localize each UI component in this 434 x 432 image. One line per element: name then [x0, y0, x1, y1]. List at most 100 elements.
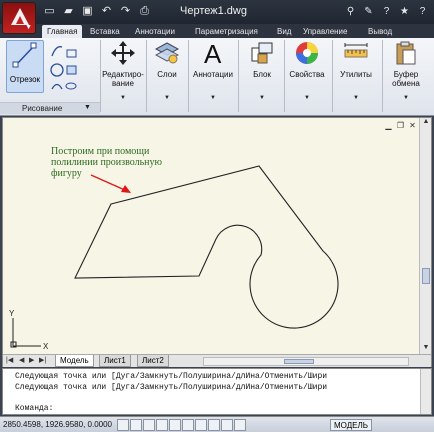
tab-last-icon[interactable]: ▶| [39, 356, 46, 364]
modify-button[interactable]: Редактиро- вание ▼ [101, 40, 145, 103]
vertical-scrollbar[interactable]: ▲ ▼ [419, 118, 431, 354]
text-a-icon: A [204, 39, 222, 69]
chevron-down-icon: ▼ [304, 95, 310, 101]
undo-icon[interactable]: ↶ [99, 4, 114, 18]
tab-sheet2[interactable]: Лист2 [137, 355, 169, 367]
binoculars-icon[interactable]: ⚲ [343, 4, 358, 19]
ucs-icon [10, 318, 41, 348]
application-menu-button[interactable]: ▼ [2, 2, 36, 34]
chevron-down-icon: ▼ [259, 95, 265, 101]
command-history-line: Следующая точка или [Дуга/Замкнуть/Полуш… [15, 372, 328, 381]
utilities-label: Утилиты [340, 70, 372, 79]
ortho-toggle[interactable] [143, 419, 155, 431]
tab-manage[interactable]: Управление [303, 25, 347, 38]
lwt-toggle[interactable] [221, 419, 233, 431]
block-icon [251, 42, 273, 64]
measure-icon [344, 43, 368, 58]
polyline-icon[interactable] [51, 46, 63, 57]
color-wheel-icon [296, 42, 318, 64]
tab-home[interactable]: Главная [42, 25, 83, 38]
scroll-thumb[interactable] [422, 268, 430, 284]
tab-annotate[interactable]: Аннотации [135, 25, 175, 38]
chevron-down-icon: ▼ [403, 95, 409, 101]
title-bar: ▭ ▰ ▣ ↶ ↷ ⎙ Чертеж1.dwg ⚲ ✎ ? ★ ? [0, 0, 434, 24]
ribbon: Отрезок Рисование ▼ Редактиро- вание ▼ С… [0, 38, 434, 116]
scroll-down-icon[interactable]: ▼ [420, 344, 432, 354]
polar-toggle[interactable] [156, 419, 168, 431]
tab-model[interactable]: Модель [55, 355, 94, 367]
chevron-down-icon: ▼ [353, 95, 359, 101]
open-icon[interactable]: ▰ [61, 4, 76, 18]
help-icon[interactable]: ? [379, 4, 394, 19]
star-icon[interactable]: ★ [397, 4, 412, 19]
tab-sheet1[interactable]: Лист1 [99, 355, 131, 367]
layers-button[interactable]: Слои ▼ [150, 40, 184, 103]
block-button[interactable]: Блок ▼ [242, 40, 282, 103]
draw-panel-footer[interactable]: Рисование ▼ [0, 102, 100, 114]
annotation-button[interactable]: A Аннотации ▼ [190, 39, 236, 103]
command-scrollbar[interactable] [420, 369, 431, 414]
block-label: Блок [253, 70, 271, 79]
clipboard-label: Буфер обмена [392, 70, 420, 88]
redo-icon[interactable]: ↷ [118, 4, 133, 18]
modify-label: Редактиро- вание [102, 70, 144, 88]
tab-parametric[interactable]: Параметризация [195, 25, 258, 38]
properties-button[interactable]: Свойства ▼ [286, 40, 328, 103]
command-line[interactable]: Следующая точка или [Дуга/Замкнуть/Полуш… [2, 368, 432, 415]
clipboard-button[interactable]: Буфер обмена ▼ [384, 40, 428, 103]
drawing-annotation-text: Построим при помощи полилинии произвольн… [51, 146, 163, 179]
model-space-button[interactable]: МОДЕЛЬ [330, 419, 372, 431]
snap-toggle[interactable] [117, 419, 129, 431]
arc-icon[interactable] [51, 83, 63, 90]
tab-prev-icon[interactable]: ◀ [19, 356, 24, 364]
tab-output[interactable]: Вывод [368, 25, 392, 38]
drafting-toggles [117, 419, 246, 431]
tab-next-icon[interactable]: ▶ [29, 356, 34, 364]
utilities-button[interactable]: Утилиты ▼ [334, 40, 378, 103]
tools-icon[interactable]: ✎ [361, 4, 376, 19]
clipboard-icon [396, 41, 416, 65]
tab-first-icon[interactable]: |◀ [6, 356, 13, 364]
status-bar: 2850.4598, 1926.9580, 0.0000 МОДЕЛЬ [0, 416, 434, 432]
tab-view[interactable]: Вид [277, 25, 291, 38]
circle-icon[interactable] [50, 63, 64, 77]
help-icon[interactable]: ? [415, 4, 430, 19]
draw-tools [50, 46, 77, 90]
chevron-down-icon: ▼ [84, 104, 91, 111]
layers-icon [154, 42, 180, 64]
command-prompt[interactable]: Команда: [15, 404, 53, 413]
ducs-toggle[interactable] [195, 419, 207, 431]
print-icon[interactable]: ⎙ [137, 4, 152, 18]
rectangle-icon[interactable] [66, 49, 77, 58]
chevron-down-icon: ▼ [164, 95, 170, 101]
qp-toggle[interactable] [234, 419, 246, 431]
polyline-figure[interactable] [74, 165, 339, 329]
document-title: Чертеж1.dwg [180, 5, 247, 17]
layers-label: Слои [157, 70, 177, 79]
grid-toggle[interactable] [130, 419, 142, 431]
otrack-toggle[interactable] [182, 419, 194, 431]
line-button[interactable]: Отрезок [6, 40, 44, 93]
ellipse-icon[interactable] [65, 82, 77, 90]
scroll-thumb[interactable] [284, 359, 314, 364]
new-icon[interactable]: ▭ [42, 4, 57, 18]
coordinates-readout: 2850.4598, 1926.9580, 0.0000 [3, 420, 112, 429]
properties-label: Свойства [289, 70, 325, 79]
command-history-line: Следующая точка или [Дуга/Замкнуть/Полуш… [15, 383, 328, 392]
move-arrows-icon [111, 41, 135, 65]
title-bar-tools: ⚲ ✎ ? ★ ? [343, 4, 430, 19]
hatch-icon[interactable] [66, 65, 77, 75]
dyn-toggle[interactable] [208, 419, 220, 431]
line-icon [12, 42, 37, 68]
ucs-y-label: Y [9, 309, 15, 318]
scroll-up-icon[interactable]: ▲ [420, 118, 432, 128]
tab-insert[interactable]: Вставка [90, 25, 120, 38]
line-button-label: Отрезок [9, 75, 41, 84]
chevron-down-icon: ▼ [210, 95, 216, 101]
autocad-window: ▭ ▰ ▣ ↶ ↷ ⎙ Чертеж1.dwg ⚲ ✎ ? ★ ? ▼ Глав… [0, 0, 434, 432]
horizontal-scrollbar[interactable] [203, 357, 409, 366]
drawing-area[interactable]: ▁ ❐ ✕ Y X Построим при помощи полилинии … [2, 117, 432, 367]
svg-text:A: A [204, 40, 222, 66]
osnap-toggle[interactable] [169, 419, 181, 431]
save-icon[interactable]: ▣ [80, 4, 95, 18]
